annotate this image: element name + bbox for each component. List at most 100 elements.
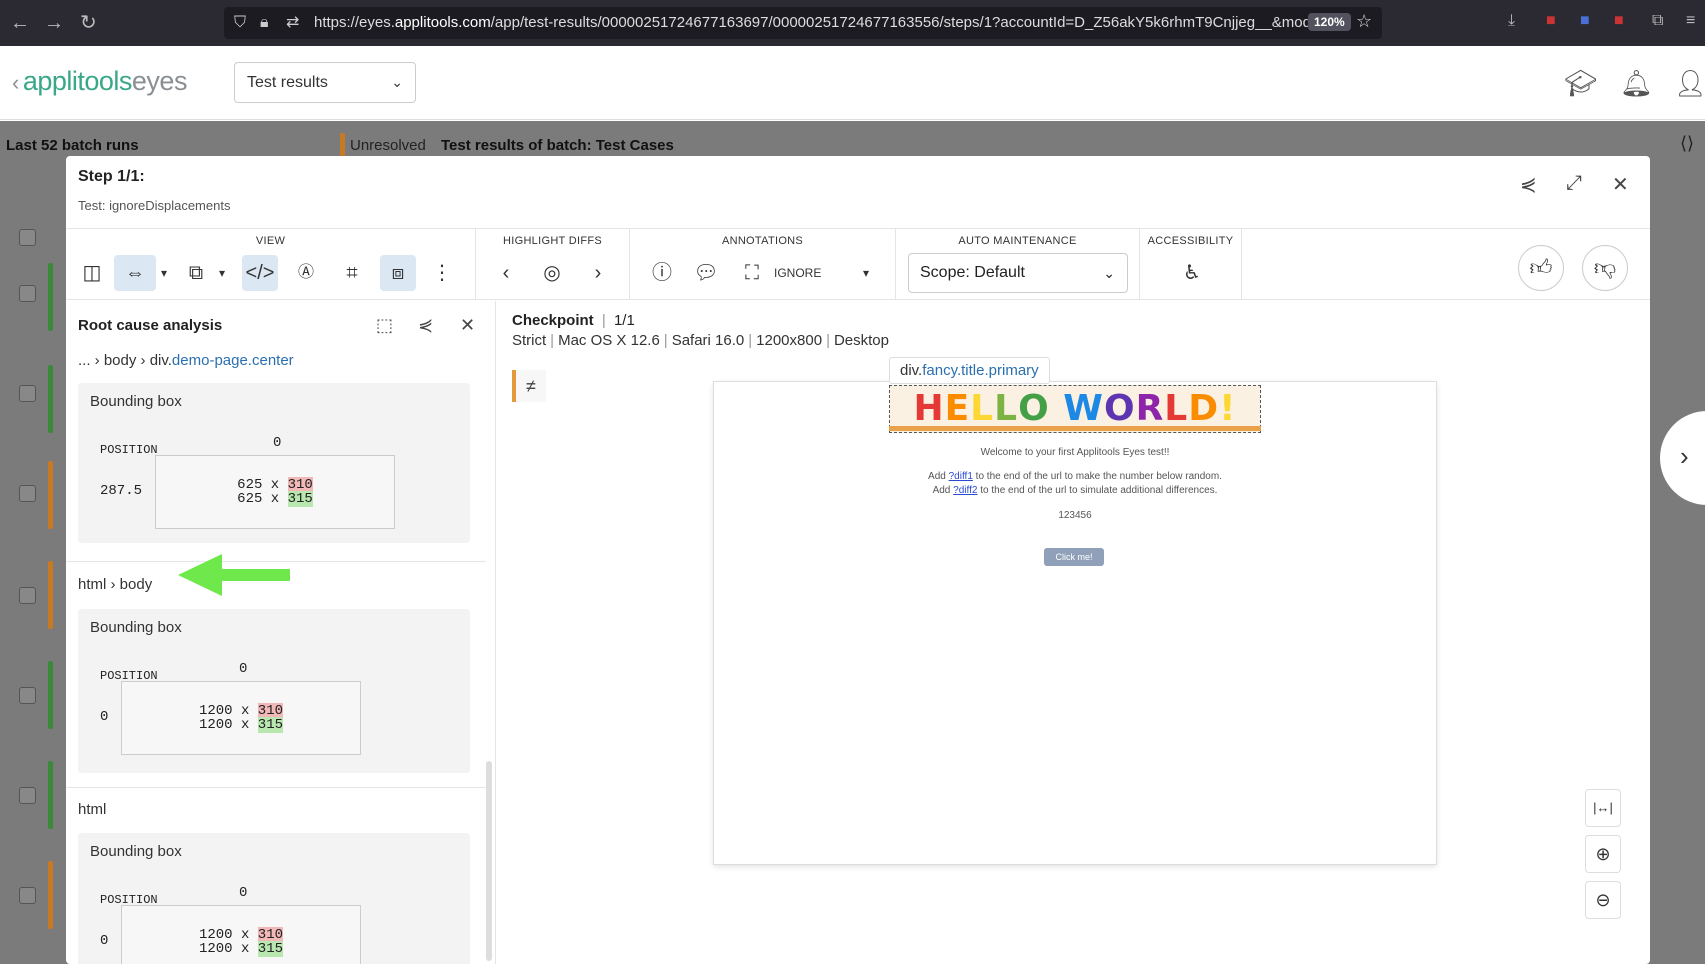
permissions-icon: ⇄	[286, 14, 300, 31]
close-icon[interactable]: ✕	[1612, 172, 1629, 197]
close-icon[interactable]: ✕	[460, 315, 475, 336]
expand-icon[interactable]: ⤢	[1566, 172, 1582, 195]
viewport-info: 1200x800	[756, 332, 823, 349]
applitools-logo[interactable]: ‹ applitoolseyes	[12, 66, 187, 97]
row-checkbox[interactable]	[19, 285, 36, 302]
batch-title: Test results of batch: Test Cases	[441, 137, 674, 154]
comment-icon[interactable]: 💬︎	[688, 255, 724, 291]
ab-compare-icon[interactable]: Ⓐ	[288, 255, 324, 291]
shield-icon: ⛉	[234, 14, 247, 31]
share-icon[interactable]: ⋞	[418, 315, 433, 336]
test-name: Test: ignoreDisplacements	[78, 198, 231, 213]
root-cause-panel: Root cause analysis ⬚ ⋞ ✕ ... › body › d…	[66, 301, 496, 964]
thumbs-down-button[interactable]: 👎︎	[1582, 245, 1628, 291]
os-info: Mac OS X 12.6	[558, 332, 660, 349]
checkpoint-header: Checkpoint | 1/1	[512, 312, 635, 329]
diff2-link[interactable]: ?diff2	[953, 485, 977, 496]
view-select-value: Test results	[247, 74, 328, 91]
crop-icon[interactable]: ⌗	[334, 255, 370, 291]
row-checkbox[interactable]	[19, 887, 36, 904]
annotation-dropdown-icon[interactable]: ▾	[856, 255, 876, 291]
zoom-out-icon[interactable]: ⊖	[1585, 881, 1621, 919]
logo-product: eyes	[131, 66, 188, 96]
zoom-in-icon[interactable]: ⊕	[1585, 835, 1621, 873]
graduation-cap-icon[interactable]: 🎓︎	[1564, 68, 1597, 99]
tooltip-prefix: div.	[900, 362, 923, 379]
zoom-badge[interactable]: 120%	[1308, 13, 1351, 31]
next-diff-icon[interactable]: ›	[580, 255, 616, 291]
size-old: 1200 x 310	[198, 927, 284, 943]
row-checkbox[interactable]	[19, 385, 36, 402]
view-select[interactable]: Test results ⌄	[234, 62, 416, 103]
target-icon[interactable]: ◎	[534, 255, 570, 291]
random-number: 123456	[1058, 510, 1092, 521]
compare-view-icon[interactable]: ⇔	[114, 255, 156, 291]
url-path: /app/test-results/00000251724677163697/0…	[490, 14, 1311, 31]
download-icon[interactable]: ⤓	[1508, 12, 1515, 30]
step-toolbar: VIEW ◫ ⇔ ▾ ⧉ ▾ </> Ⓐ ⌗ ⧈ ⋮ HIGHLIGHT DIF…	[66, 228, 1650, 300]
chevron-down-icon: ⌄	[1103, 265, 1115, 281]
user-icon[interactable]: 👤︎	[1674, 68, 1705, 99]
click-me-button[interactable]: Click me!	[1044, 548, 1104, 566]
code-icon[interactable]: </>	[242, 255, 278, 291]
ignore-label[interactable]: IGNORE	[774, 266, 821, 280]
share-icon[interactable]: ⟨⟩	[1680, 133, 1694, 154]
bounding-box-card: Bounding box POSITION 0 0 1200 x 310 120…	[78, 609, 470, 773]
video-extension-icon[interactable]: ■	[1580, 12, 1590, 30]
batch-status-stripe	[48, 561, 53, 629]
url-prefix: https://eyes.	[314, 14, 395, 31]
extension-icon-2[interactable]: ■	[1614, 12, 1624, 30]
extensions-icon[interactable]: ⧉	[1652, 12, 1663, 30]
scope-select[interactable]: Scope: Default ⌄	[908, 253, 1128, 293]
row-checkbox[interactable]	[19, 787, 36, 804]
checkpoint-meta: Strict | Mac OS X 12.6 | Safari 16.0 | 1200x80…	[512, 332, 889, 349]
view-group: VIEW ◫ ⇔ ▾ ⧉ ▾ </> Ⓐ ⌗ ⧈ ⋮	[66, 229, 476, 299]
size-new: 1200 x 315	[198, 941, 284, 957]
select-all-checkbox[interactable]	[19, 229, 36, 246]
menu-icon[interactable]: ≡	[1686, 12, 1695, 30]
browser-chrome: ← → ↻ ⛉ 🔒︎ ⇄ https://eyes.applitools.com…	[0, 0, 1705, 46]
auto-maintenance-title: AUTO MAINTENANCE	[958, 235, 1077, 247]
view-dropdown-icon[interactable]: ▾	[154, 255, 174, 291]
batch-status-stripe	[48, 661, 53, 729]
extension-icon[interactable]: ■	[1546, 12, 1556, 30]
bookmark-star-icon[interactable]: ☆	[1356, 11, 1372, 32]
panel-scrollbar[interactable]	[486, 761, 492, 961]
view-title: VIEW	[255, 235, 286, 247]
not-equal-icon[interactable]: ≠	[512, 370, 546, 402]
share-icon[interactable]: ⋞	[1520, 172, 1537, 197]
logo-mark-icon: ‹	[12, 70, 19, 95]
accessibility-icon[interactable]: ♿︎	[1174, 255, 1210, 291]
row-checkbox[interactable]	[19, 587, 36, 604]
match-level: Strict	[512, 332, 547, 349]
logo-brand: applitools	[22, 66, 133, 96]
bell-icon[interactable]: 🔔︎	[1620, 68, 1653, 99]
side-by-side-icon[interactable]: ◫	[74, 255, 110, 291]
reload-icon[interactable]: ↻	[80, 12, 97, 34]
issue-icon[interactable]: ⓘ	[644, 255, 680, 291]
forward-icon[interactable]: →	[44, 12, 64, 34]
layers-dropdown-icon[interactable]: ▾	[212, 255, 232, 291]
more-vertical-icon[interactable]: ⋮	[424, 255, 460, 291]
url-host: applitools.com	[394, 14, 491, 31]
ignore-region-icon[interactable]: ⛶	[734, 255, 770, 291]
previous-diff-icon[interactable]: ‹	[488, 255, 524, 291]
back-icon[interactable]: ←	[10, 12, 30, 34]
url-bar[interactable]: ⛉ 🔒︎ ⇄ https://eyes.applitools.com/app/t…	[224, 7, 1382, 39]
thumbs-up-button[interactable]: 👍︎	[1518, 245, 1564, 291]
divider	[66, 787, 486, 788]
element-picker-icon[interactable]: ⬚	[376, 315, 393, 336]
scope-value: Scope: Default	[920, 264, 1025, 281]
accessibility-group: ACCESSIBILITY ♿︎	[1140, 229, 1242, 299]
row-checkbox[interactable]	[19, 485, 36, 502]
fit-width-icon[interactable]: |↔|	[1585, 789, 1621, 827]
layers-icon[interactable]: ⧉	[178, 255, 214, 291]
batch-status-stripe	[48, 761, 53, 829]
breadcrumb-3: html	[78, 801, 107, 818]
annotations-group: ANNOTATIONS ⓘ 💬︎ ⛶ IGNORE ▾	[630, 229, 896, 299]
left-value: 0	[100, 933, 109, 949]
row-checkbox[interactable]	[19, 687, 36, 704]
auto-maintenance-group: AUTO MAINTENANCE Scope: Default ⌄	[896, 229, 1140, 299]
region-select-icon[interactable]: ⧈	[380, 255, 416, 291]
diff1-link[interactable]: ?diff1	[949, 471, 973, 482]
